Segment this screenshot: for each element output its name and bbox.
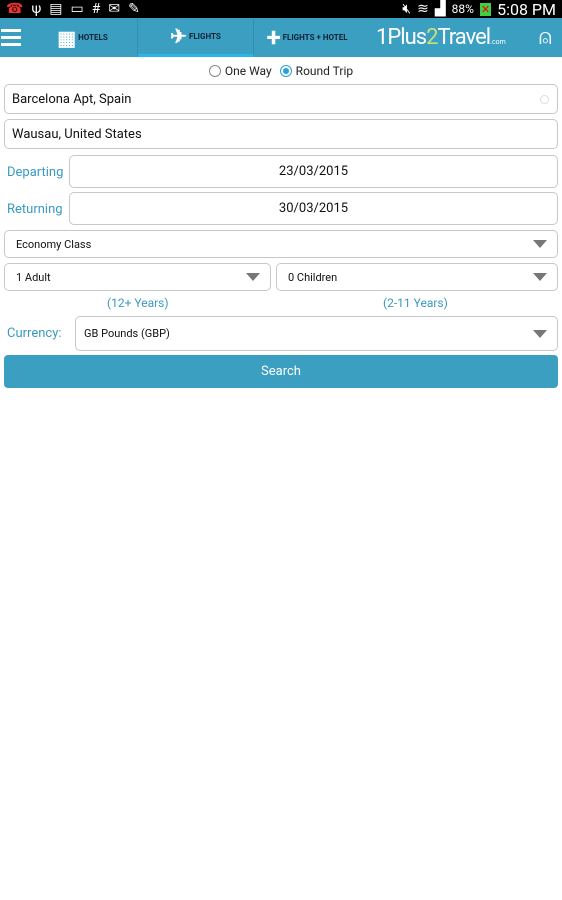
plus-icon: + — [266, 22, 281, 53]
mail-icon: ✉ — [108, 1, 121, 17]
mute-icon: 🔇︎ — [402, 1, 412, 17]
cabin-select[interactable]: Economy Class — [4, 230, 558, 258]
battery-icon: ✕ — [479, 2, 492, 16]
building-icon: ▦ — [57, 25, 77, 50]
pencil-icon: ✎ — [128, 1, 140, 17]
search-button[interactable]: Search — [4, 355, 558, 388]
screen-check-icon: ▭ — [70, 1, 84, 17]
children-select[interactable]: 0 Children — [276, 263, 558, 291]
adults-select[interactable]: 1 Adult — [4, 263, 271, 291]
one-way-radio[interactable] — [208, 65, 221, 77]
plane-icon: ✈ — [170, 24, 187, 48]
departing-date[interactable]: 23/03/2015 — [69, 155, 558, 188]
child-age-hint: (2-11 Years) — [383, 296, 448, 310]
round-trip-radio[interactable] — [279, 65, 292, 77]
sim-icon: ▤ — [49, 1, 63, 17]
missed-call-icon: ☎ — [6, 1, 24, 17]
to-input[interactable]: Wausau, United States — [4, 119, 558, 149]
returning-label: Returning — [7, 202, 63, 217]
usb-icon: ψ — [31, 1, 42, 17]
clock: 5:08 PM — [497, 0, 556, 19]
tab-hotels[interactable]: ▦ HOTELS — [28, 18, 138, 57]
trip-type: One Way Round Trip — [0, 64, 562, 78]
loading-icon — [540, 94, 549, 104]
hash-icon: # — [91, 1, 101, 17]
from-input[interactable]: Barcelona Apt, Spain — [4, 84, 558, 114]
returning-date[interactable]: 30/03/2015 — [69, 192, 558, 225]
departing-label: Departing — [7, 165, 64, 180]
logo: 1Plus2Travel.com — [376, 25, 506, 50]
tab-flights[interactable]: ✈ FLIGHTS — [138, 18, 254, 57]
user-icon[interactable]: ⍝ — [539, 25, 552, 50]
tab-flights-hotel[interactable]: + FLIGHTS + HOTEL — [254, 18, 360, 57]
battery-text: 88% — [451, 2, 474, 16]
wifi-icon: ≋ — [417, 1, 429, 17]
currency-select[interactable]: GB Pounds (GBP) — [75, 316, 558, 351]
currency-label: Currency: — [7, 326, 62, 341]
adult-age-hint: (12+ Years) — [107, 296, 169, 310]
menu-icon[interactable] — [0, 29, 28, 46]
signal-icon: ▟ — [434, 1, 446, 17]
status-bar: ☎ ψ ▤ ▭ # ✉ ✎ 🔇︎ ≋ ▟ 88% ✕ 5:08 PM — [0, 0, 562, 19]
top-nav: ▦ HOTELS ✈ FLIGHTS + FLIGHTS + HOTEL 1Pl… — [0, 18, 562, 57]
